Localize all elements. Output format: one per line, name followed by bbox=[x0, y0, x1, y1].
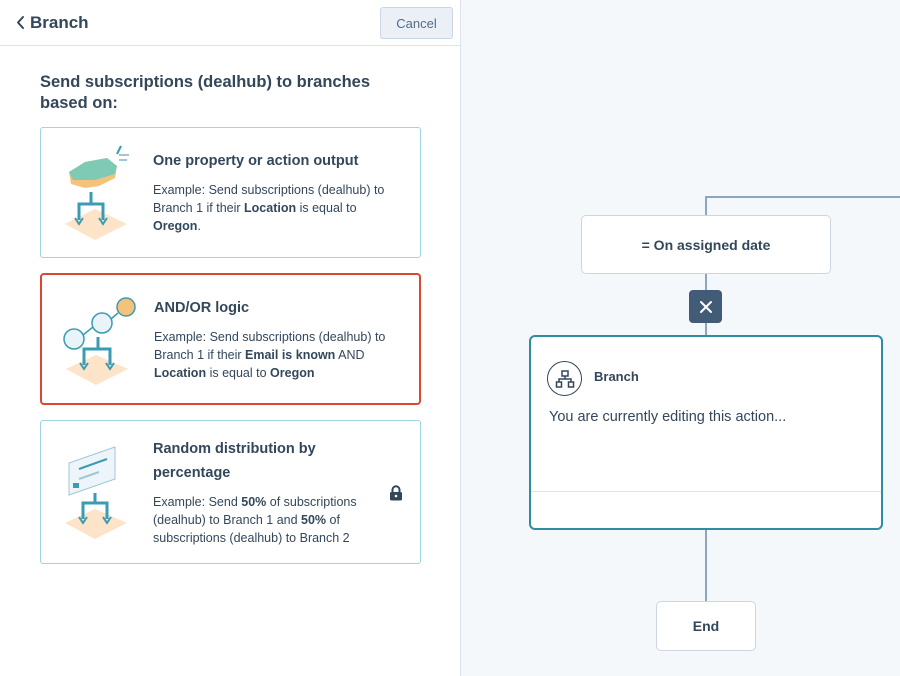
option-description: Example: Send subscriptions (dealhub) to… bbox=[154, 330, 386, 380]
connector-line bbox=[705, 274, 707, 290]
option-card-random-distribution[interactable]: Random distribution by percentage Exampl… bbox=[40, 420, 421, 564]
cancel-button[interactable]: Cancel bbox=[380, 7, 453, 39]
chevron-left-icon bbox=[17, 16, 24, 29]
map-branch-illustration-icon bbox=[65, 145, 129, 240]
lock-icon bbox=[390, 485, 402, 501]
panel-title: Branch bbox=[30, 13, 89, 32]
assigned-date-node[interactable]: = On assigned date bbox=[581, 215, 831, 274]
back-button[interactable]: Branch bbox=[14, 12, 89, 34]
and-or-logic-illustration-icon bbox=[63, 297, 136, 385]
option-description: Example: Send 50% of subscriptions (deal… bbox=[153, 495, 357, 545]
branch-action-card[interactable]: Branch You are currently editing this ac… bbox=[529, 335, 883, 530]
connector-line bbox=[705, 196, 707, 216]
option-description: Example: Send subscriptions (dealhub) to… bbox=[153, 183, 385, 233]
divider bbox=[531, 491, 881, 492]
branch-icon bbox=[547, 361, 582, 396]
option-card-and-or-logic[interactable]: AND/OR logic Example: Send subscriptions… bbox=[40, 273, 421, 405]
option-title: AND/OR logic bbox=[154, 300, 250, 316]
end-node[interactable]: End bbox=[656, 601, 756, 651]
connector-line bbox=[705, 196, 900, 198]
branch-settings-panel: Branch Cancel Send subscriptions (dealhu… bbox=[0, 0, 461, 676]
close-icon bbox=[699, 300, 712, 313]
percentage-distribution-illustration-icon bbox=[65, 446, 127, 539]
option-title: Random distribution by percentage bbox=[153, 441, 316, 481]
panel-header: Branch Cancel bbox=[0, 0, 461, 46]
branch-tree-icon bbox=[555, 369, 574, 388]
option-title: One property or action output bbox=[153, 153, 359, 169]
workflow-canvas[interactable]: = On assigned date Branch You are curren… bbox=[462, 0, 900, 676]
option-card-one-property[interactable]: One property or action output Example: S… bbox=[40, 127, 421, 258]
branch-action-title: Branch bbox=[594, 369, 639, 384]
editing-status-text: You are currently editing this action... bbox=[549, 409, 787, 425]
branch-intro-heading: Send subscriptions (dealhub) to branches… bbox=[40, 73, 371, 112]
delete-action-button[interactable] bbox=[689, 290, 722, 323]
connector-line bbox=[705, 530, 707, 602]
